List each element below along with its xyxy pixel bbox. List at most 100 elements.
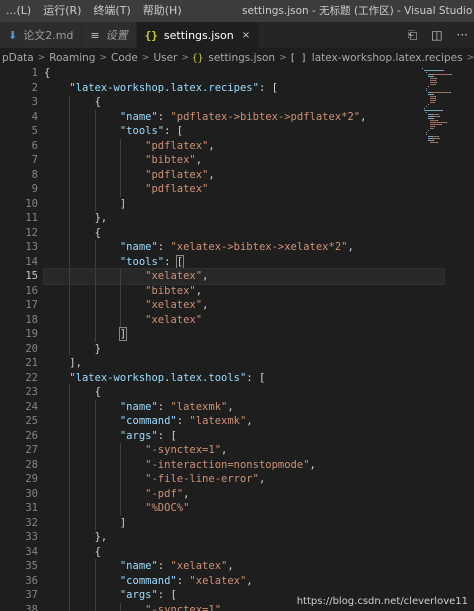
line-number: 33 (25, 531, 38, 543)
line-number: 19 (25, 328, 38, 340)
code-line[interactable]: "%DOC%" (44, 501, 444, 516)
indent-guide (119, 298, 121, 313)
code-line[interactable]: "-pdf", (44, 486, 444, 501)
indent-guide (94, 124, 96, 139)
indent-guide (94, 457, 96, 472)
json-string: "pdflatex->bibtex->pdflatex*2" (170, 110, 361, 123)
code-line[interactable]: "-file-line-error", (44, 472, 444, 487)
indent-guide (94, 443, 96, 458)
line-number: 13 (25, 241, 38, 253)
code-line[interactable]: "name": "xelatex", (44, 559, 444, 574)
code-line[interactable]: "xelatex", (43, 268, 445, 285)
tab-settings-ui[interactable]: ≡ 设置 (82, 22, 137, 48)
line-number: 9 (31, 183, 38, 195)
code-line[interactable]: "tools": [ (44, 124, 444, 139)
code-line[interactable]: }, (44, 530, 444, 545)
minimap-token (426, 112, 427, 113)
menu-item-help[interactable]: 帮助(H) (137, 0, 188, 22)
breadcrumb-item[interactable]: Roaming (47, 52, 97, 64)
json-punctuation: , (195, 284, 203, 297)
split-editor-icon[interactable]: ◫ (431, 28, 442, 42)
code-line[interactable]: "pdflatex", (44, 138, 444, 153)
json-string: "xelatex" (145, 313, 203, 326)
code-line[interactable]: }, (44, 211, 444, 226)
minimap[interactable] (422, 66, 468, 186)
json-key: "args" (119, 589, 158, 601)
menu-item-file[interactable]: ...(L) (0, 0, 37, 22)
code-line[interactable]: "xelatex", (44, 298, 444, 313)
indent-guide (94, 153, 96, 168)
code-line[interactable]: "xelatex" (44, 312, 444, 327)
code-line[interactable]: ] (44, 327, 444, 342)
json-string: "latexmk" (189, 415, 247, 427)
line-number: 38 (25, 603, 38, 611)
line-number: 26 (25, 429, 38, 442)
tab-markdown-file[interactable]: ⬇ 论文2.md (0, 22, 83, 48)
minimap-token (450, 92, 451, 93)
code-editor[interactable]: 1 2 3 4 5 6 7 8 9 10 11 12 13 14 15 16 17 18 19 20 21 22 23 24 2… (0, 66, 474, 611)
json-key: "latex-workshop.latex.recipes" (69, 81, 259, 94)
breadcrumb-item[interactable]: pData (0, 52, 36, 64)
vertical-scrollbar[interactable] (466, 66, 474, 611)
code-line[interactable]: { (44, 544, 444, 559)
minimap-token (451, 74, 452, 75)
code-line[interactable]: } (44, 341, 444, 356)
indent-guide (69, 240, 71, 255)
code-line[interactable]: "pdflatex", (44, 167, 444, 182)
code-line[interactable]: "tools": [ (44, 254, 444, 269)
code-line[interactable]: "command": "latexmk", (44, 414, 444, 429)
json-string: "-interaction=nonstopmode" (145, 458, 310, 471)
code-line[interactable]: "pdflatex" (44, 182, 444, 197)
breadcrumb-item[interactable]: Code (109, 52, 140, 64)
code-line[interactable]: { (44, 95, 444, 110)
breadcrumb-item[interactable]: latex-workshop.latex.recipes (310, 52, 465, 64)
code-line[interactable]: "latex-workshop.latex.tools": [ (44, 371, 444, 386)
minimap-token (441, 124, 442, 125)
indent-guide (69, 298, 71, 313)
close-icon[interactable]: × (242, 30, 250, 41)
minimap-token (430, 142, 437, 143)
code-area[interactable]: { "latex-workshop.latex.recipes": [ { "n… (43, 66, 445, 611)
open-changes-icon[interactable]: ⎗ (408, 28, 418, 43)
indent-guide (94, 312, 96, 327)
minimap-token (439, 138, 440, 139)
code-line[interactable]: "name": "xelatex->bibtex->xelatex*2", (44, 240, 444, 255)
code-line[interactable]: ], (44, 356, 444, 371)
code-line[interactable]: ] (44, 196, 444, 211)
json-key: "command" (119, 415, 177, 427)
indent-guide (94, 182, 96, 197)
code-line[interactable]: "args": [ (44, 428, 444, 443)
indent-guide (119, 138, 121, 153)
json-string: "bibtex" (145, 284, 196, 297)
code-line[interactable]: ] (44, 515, 444, 530)
indent-guide (69, 312, 71, 327)
code-line[interactable]: { (44, 225, 444, 240)
code-line[interactable]: "name": "latexmk", (44, 399, 444, 414)
more-actions-icon[interactable]: ··· (457, 28, 468, 42)
code-line[interactable]: "-synctex=1", (44, 443, 444, 458)
breadcrumb-item[interactable]: settings.json (206, 52, 277, 64)
minimap-token (426, 90, 427, 91)
menu-item-run[interactable]: 运行(R) (37, 0, 87, 22)
indent-guide (69, 486, 71, 501)
json-key: "command" (119, 574, 177, 587)
code-line[interactable]: "command": "xelatex", (44, 573, 444, 588)
code-line[interactable]: "latex-workshop.latex.recipes": [ (44, 81, 444, 96)
code-line[interactable]: { (44, 66, 444, 81)
code-line[interactable]: "bibtex", (44, 283, 444, 298)
code-line[interactable]: "-interaction=nonstopmode", (44, 457, 444, 472)
chevron-right-icon: > (466, 53, 474, 63)
indent-guide (69, 530, 71, 545)
code-line[interactable]: { (44, 385, 444, 400)
code-line[interactable]: "bibtex", (44, 153, 444, 168)
minimap-token (434, 126, 435, 127)
menu-item-terminal[interactable]: 终端(T) (87, 0, 136, 22)
code-line[interactable]: "name": "pdflatex->bibtex->pdflatex*2", (44, 109, 444, 124)
json-punctuation: : [ (164, 125, 184, 137)
tab-settings-json[interactable]: {} settings.json × (136, 22, 260, 48)
breadcrumb-item[interactable]: User (151, 52, 179, 64)
indent-guide (94, 573, 96, 588)
line-number: 10 (25, 197, 38, 210)
